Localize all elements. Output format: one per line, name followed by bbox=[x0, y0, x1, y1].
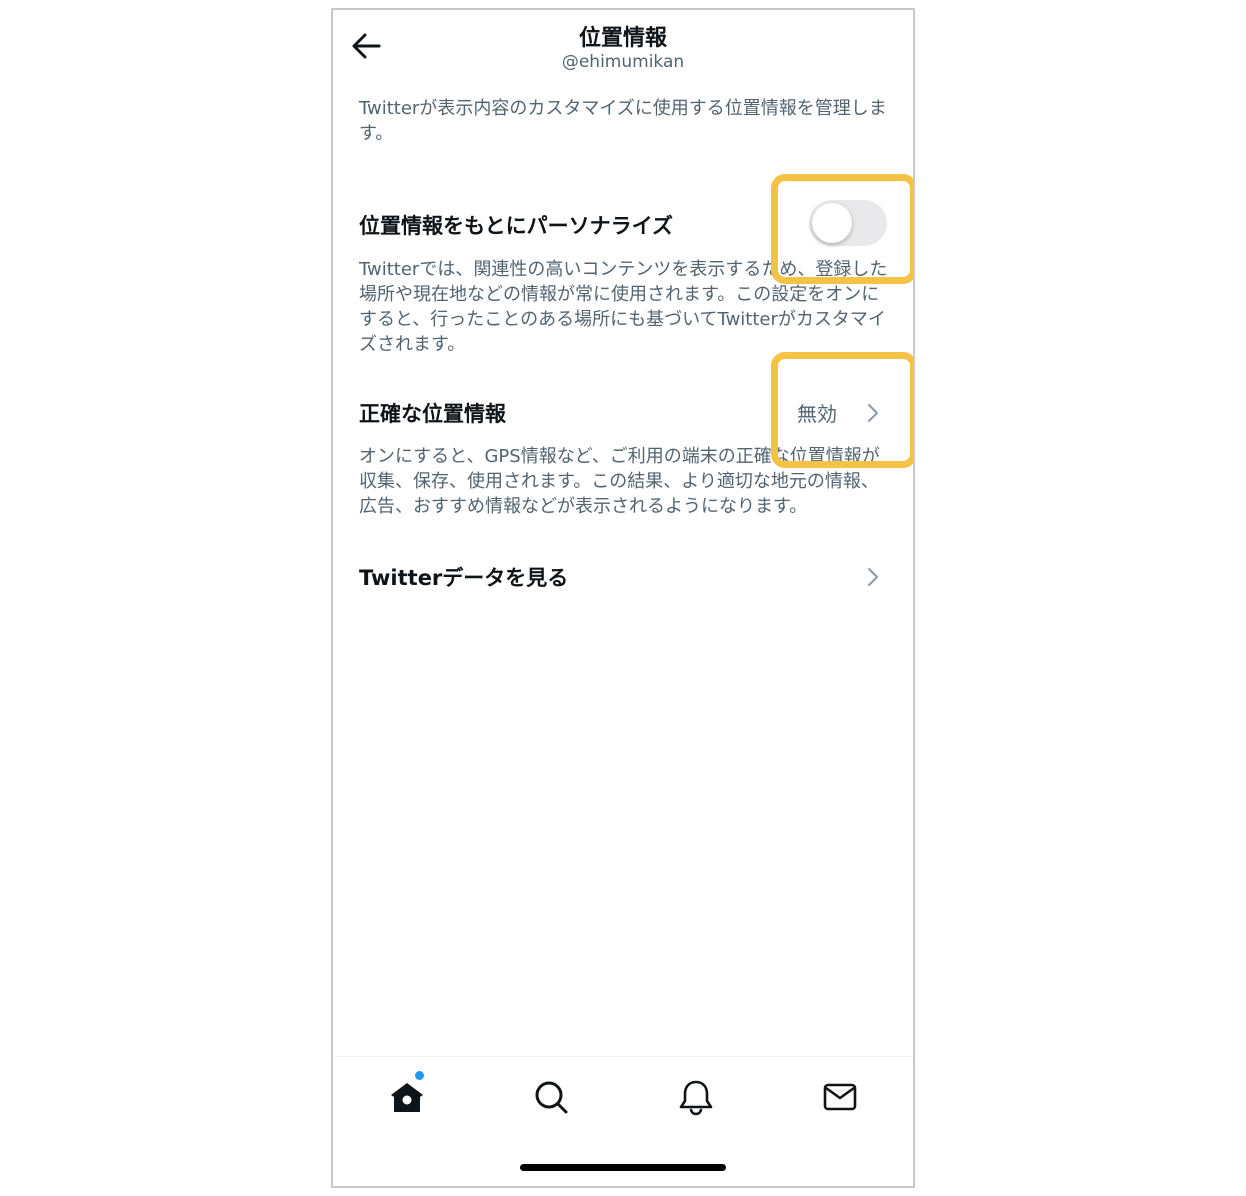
phone-screen: 位置情報 @ehimumikan Twitterが表示内容のカスタマイズに使用す… bbox=[331, 8, 915, 1188]
personalize-description: Twitterでは、関連性の高いコンテンツを表示するため、登録した場所や現在地な… bbox=[359, 259, 888, 355]
toggle-knob bbox=[812, 203, 852, 243]
search-icon bbox=[535, 1081, 568, 1114]
home-notification-dot bbox=[414, 1070, 425, 1081]
chevron-right-icon bbox=[868, 568, 878, 586]
personalize-label: 位置情報をもとにパーソナライズ bbox=[359, 214, 673, 238]
home-icon bbox=[391, 1083, 423, 1112]
chevron-right-icon bbox=[868, 404, 878, 422]
username-subtitle: @ehimumikan bbox=[561, 52, 685, 72]
precise-location-label: 正確な位置情報 bbox=[359, 402, 506, 426]
precise-location-description: オンにすると、GPS情報など、ご利用の端末の正確な位置情報が収集、保存、使用され… bbox=[359, 446, 880, 517]
intro-description: Twitterが表示内容のカスタマイズに使用する位置情報を管理します。 bbox=[359, 98, 887, 144]
tab-notifications[interactable] bbox=[676, 1077, 716, 1117]
tab-search[interactable] bbox=[531, 1077, 571, 1117]
tab-home[interactable] bbox=[387, 1077, 427, 1117]
messages-envelope-icon bbox=[823, 1083, 857, 1111]
home-indicator[interactable] bbox=[520, 1164, 726, 1171]
tab-messages[interactable] bbox=[820, 1077, 860, 1117]
precise-location-row[interactable]: 正確な位置情報 無効 bbox=[333, 382, 913, 438]
personalize-toggle[interactable] bbox=[809, 200, 887, 246]
twitter-data-label: Twitterデータを見る bbox=[359, 566, 569, 590]
header: 位置情報 @ehimumikan bbox=[333, 10, 913, 90]
notifications-bell-icon bbox=[679, 1080, 713, 1116]
twitter-data-row[interactable]: Twitterデータを見る bbox=[333, 546, 913, 606]
page-title: 位置情報 bbox=[578, 26, 667, 51]
precise-location-value: 無効 bbox=[797, 402, 837, 426]
